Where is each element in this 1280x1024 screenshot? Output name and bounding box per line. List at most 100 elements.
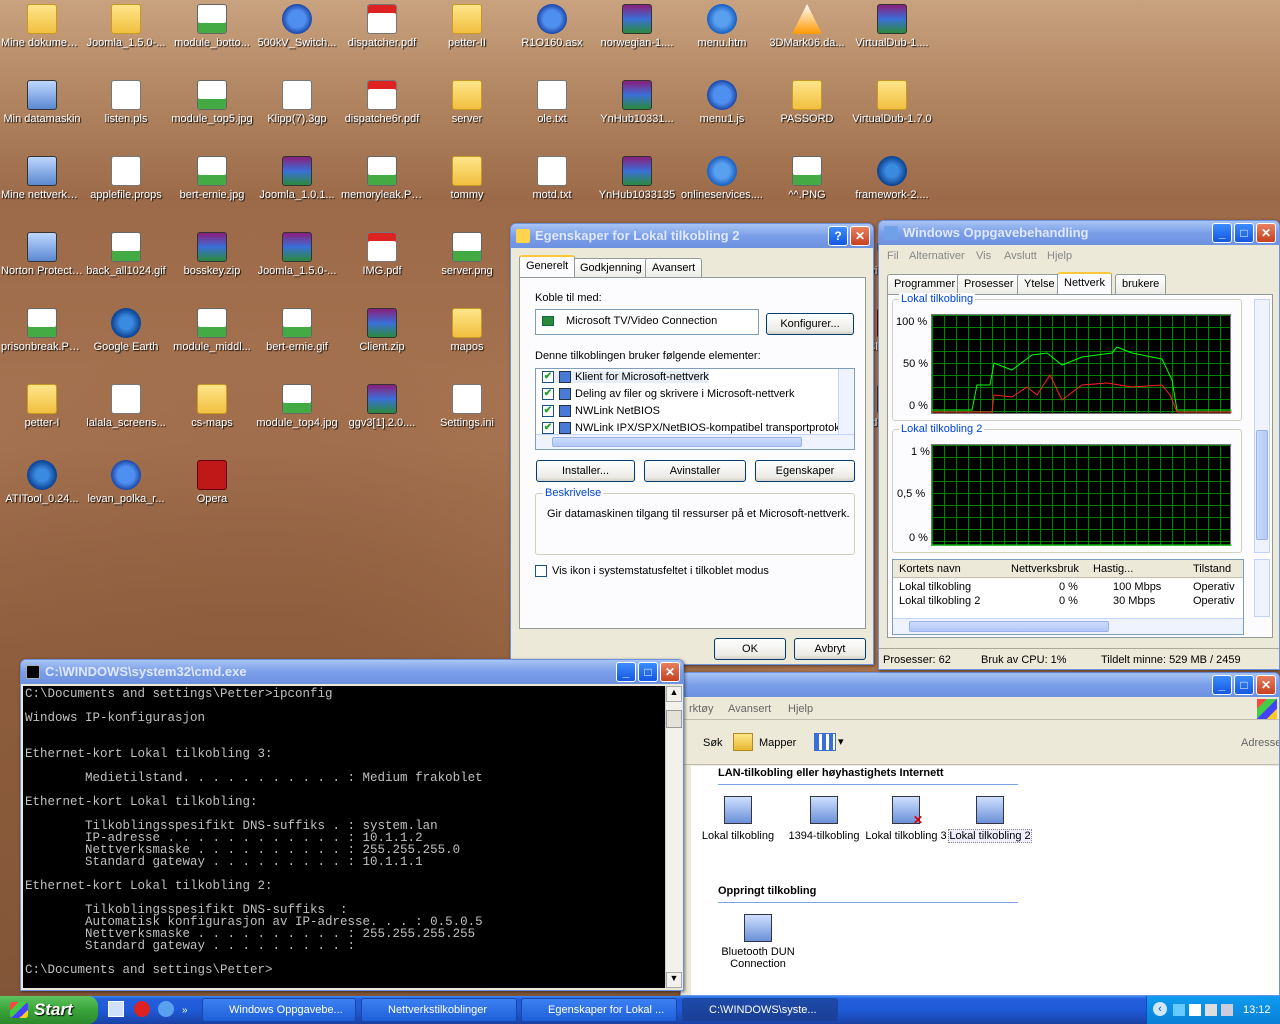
menu-advanced[interactable]: Avansert <box>728 703 771 715</box>
horizontal-scrollbar[interactable] <box>893 618 1243 634</box>
tab-ytelse[interactable]: Ytelse <box>1017 274 1062 294</box>
configure-button[interactable]: Konfigurer... <box>766 313 854 335</box>
titlebar[interactable]: _ □ ✕ <box>681 673 1279 697</box>
close-button[interactable]: ✕ <box>850 226 870 246</box>
network-tray-icon[interactable] <box>1173 1004 1185 1016</box>
desktop-icon[interactable]: menu.htm <box>680 0 764 50</box>
desktop-icon[interactable]: Min datamaskin <box>0 76 84 126</box>
desktop-icon[interactable]: IMG.pdf <box>340 228 424 278</box>
desktop-icon[interactable]: Settings.ini <box>425 380 509 430</box>
desktop-icon[interactable]: dispatcher.pdf <box>340 0 424 50</box>
desktop-icon[interactable]: bert-ernie.jpg <box>170 152 254 202</box>
components-list[interactable]: ✔ Klient for Microsoft-nettverk ✔ Deling av… <box>535 368 855 450</box>
desktop-icon[interactable]: module_top5.jpg <box>170 76 254 126</box>
table-row[interactable]: Lokal tilkobling 2 0 % 30 Mbps Operativ <box>893 594 1243 608</box>
desktop-icon[interactable]: YnHub10331... <box>595 76 679 126</box>
desktop-icon[interactable]: tommy <box>425 152 509 202</box>
component-item[interactable]: ✔ Klient for Microsoft-nettverk <box>542 371 709 384</box>
cancel-button[interactable]: Avbryt <box>794 638 866 660</box>
desktop-icon[interactable]: dispatche6r.pdf <box>340 76 424 126</box>
table-scrollbar[interactable] <box>1254 559 1270 617</box>
taskbar-item-cmd[interactable]: C:\WINDOWS\syste... <box>682 998 838 1022</box>
desktop-icon[interactable]: levan_polka_r... <box>84 456 168 506</box>
desktop-icon[interactable]: ole.txt <box>510 76 594 126</box>
ok-button[interactable]: OK <box>714 638 786 660</box>
desktop-icon[interactable]: lalala_screens... <box>84 380 168 430</box>
tab-general[interactable]: Generelt <box>519 255 576 277</box>
close-button[interactable]: ✕ <box>1256 675 1276 695</box>
search-button[interactable]: Søk <box>703 737 723 749</box>
desktop-icon[interactable]: applefile.props <box>84 152 168 202</box>
desktop-icon[interactable]: Joomla_1.0.1... <box>255 152 339 202</box>
minimize-button[interactable]: _ <box>1212 675 1232 695</box>
desktop-icon[interactable]: VirtualDub-1.7.0 <box>850 76 934 126</box>
tab-nettverk[interactable]: Nettverk <box>1057 272 1112 294</box>
lan-connection-item[interactable]: ✕ Lokal tilkobling 3 <box>863 796 949 842</box>
start-button[interactable]: Start <box>0 996 98 1024</box>
desktop-icon[interactable]: ggv3[1].2.0.... <box>340 380 424 430</box>
desktop-icon[interactable]: 3DMark06.da... <box>765 0 849 50</box>
tab-prosesser[interactable]: Prosesser <box>957 274 1021 294</box>
column-header[interactable]: Hastig... <box>1093 563 1133 575</box>
vertical-scrollbar[interactable] <box>838 369 854 435</box>
chevron-down-icon[interactable]: ▾ <box>838 735 844 748</box>
tray-chevron-icon[interactable]: ‹ <box>1153 1002 1167 1016</box>
column-header[interactable]: Tilstand <box>1193 563 1231 575</box>
menu-item[interactable]: Fil <box>887 250 899 262</box>
desktop-icon[interactable]: ^^.PNG <box>765 152 849 202</box>
desktop-icon[interactable]: memoryleak.PNG <box>340 152 424 202</box>
desktop-icon[interactable]: module_middl... <box>170 304 254 354</box>
task-manager-window[interactable]: Windows Oppgavebehandling _ □ ✕ Fil Alterna… <box>878 220 1280 670</box>
scroll-thumb[interactable] <box>552 437 802 447</box>
clock[interactable]: 13:12 <box>1243 996 1271 1024</box>
vertical-scrollbar[interactable]: ▲ ▼ <box>665 686 682 988</box>
checkbox[interactable]: ✔ <box>542 371 554 384</box>
menu-item[interactable]: Avslutt <box>1004 250 1037 262</box>
desktop-icon[interactable]: framework-2.... <box>850 152 934 202</box>
column-header[interactable]: Kortets navn <box>899 563 961 575</box>
taskbar-item-network-connections[interactable]: Nettverkstilkoblinger <box>361 998 517 1022</box>
tab-authentication[interactable]: Godkjenning <box>573 258 649 278</box>
titlebar[interactable]: Windows Oppgavebehandling _ □ ✕ <box>879 221 1279 245</box>
desktop-icon[interactable]: Joomla_1.5.0-... <box>84 0 168 50</box>
menu-item[interactable]: Vis <box>976 250 991 262</box>
desktop-icon[interactable]: Client.zip <box>340 304 424 354</box>
properties-button[interactable]: Egenskaper <box>755 460 855 482</box>
desktop-icon[interactable]: norwegian-1.... <box>595 0 679 50</box>
menu-item[interactable]: Hjelp <box>1047 250 1072 262</box>
checkbox[interactable]: ✔ <box>542 422 554 435</box>
device-tray-icon[interactable] <box>1189 1004 1201 1016</box>
desktop-icon[interactable]: cs-maps <box>170 380 254 430</box>
titlebar[interactable]: Egenskaper for Lokal tilkobling 2 ? ✕ <box>511 224 873 248</box>
maximize-button[interactable]: □ <box>1234 675 1254 695</box>
desktop-icon[interactable]: menu1.js <box>680 76 764 126</box>
horizontal-scrollbar[interactable] <box>536 434 854 449</box>
internet-explorer-icon[interactable] <box>158 1001 174 1017</box>
maximize-button[interactable]: □ <box>638 662 658 682</box>
scroll-thumb[interactable] <box>909 621 1109 632</box>
component-item[interactable]: ✔ Deling av filer og skrivere i Microsoft… <box>542 388 794 401</box>
minimize-button[interactable]: _ <box>1212 223 1232 243</box>
maximize-button[interactable]: □ <box>1234 223 1254 243</box>
desktop-icon[interactable]: petter-II <box>425 0 509 50</box>
taskbar-item-task-manager[interactable]: Windows Oppgavebe... <box>202 998 356 1022</box>
table-row[interactable]: Lokal tilkobling 0 % 100 Mbps Operativ <box>893 580 1243 594</box>
install-button[interactable]: Installer... <box>536 460 635 482</box>
component-item[interactable]: ✔ NWLink IPX/SPX/NetBIOS-kompatibel trans… <box>542 422 840 435</box>
desktop-icon[interactable]: Klipp(7).3gp <box>255 76 339 126</box>
desktop-icon[interactable]: Norton Protecte... <box>0 228 84 278</box>
desktop-icon[interactable]: Opera <box>170 456 254 506</box>
desktop-icon[interactable]: onlineservices.... <box>680 152 764 202</box>
titlebar[interactable]: C:\WINDOWS\system32\cmd.exe _ □ ✕ <box>21 660 683 684</box>
desktop-icon[interactable]: ATITool_0.24... <box>0 456 84 506</box>
checkbox[interactable]: ✔ <box>542 388 554 401</box>
desktop-icon[interactable]: back_all1024.gif <box>84 228 168 278</box>
desktop-icon[interactable]: Joomla_1.5.0-... <box>255 228 339 278</box>
desktop-icon[interactable]: VirtualDub-1.... <box>850 0 934 50</box>
views-icon[interactable] <box>814 733 836 751</box>
menu-item[interactable]: Alternativer <box>909 250 965 262</box>
desktop-icon[interactable]: R1O160.asx <box>510 0 594 50</box>
desktop-icon[interactable]: petter-I <box>0 380 84 430</box>
desktop-icon[interactable]: YnHub1033135 <box>595 152 679 202</box>
desktop-icon[interactable]: listen.pls <box>84 76 168 126</box>
